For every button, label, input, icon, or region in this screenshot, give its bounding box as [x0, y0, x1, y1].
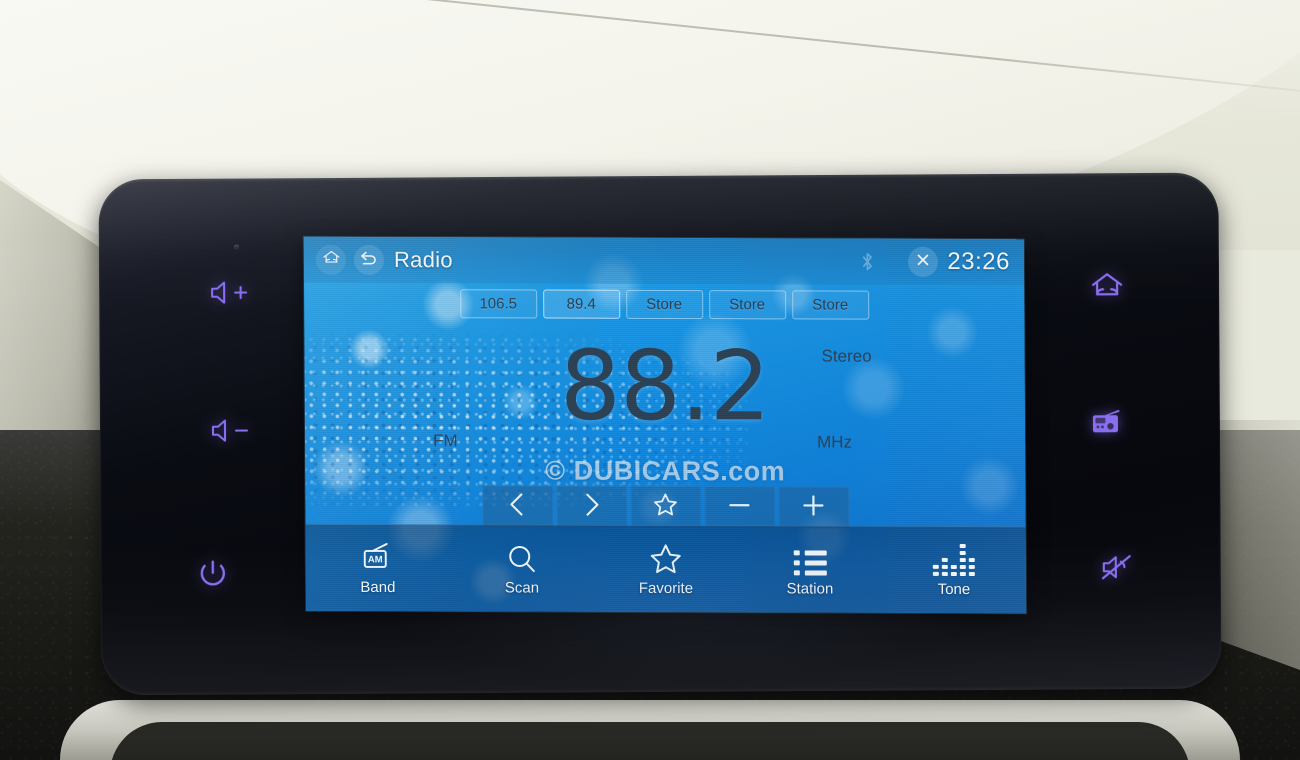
preset-button-2[interactable]: 89.4 — [542, 289, 620, 319]
am-radio-icon: AM — [361, 540, 395, 573]
head-unit-bezel: Radio 23:26 106.5 89.4 Store Store Store… — [98, 172, 1222, 696]
nav-item-tone[interactable]: Tone — [882, 527, 1027, 614]
speaker-minus-icon — [209, 416, 253, 444]
nav-item-station[interactable]: Station — [738, 526, 883, 613]
car-interior-scene: Radio 23:26 106.5 89.4 Store Store Store… — [0, 0, 1300, 760]
frequency-value: 88.2 — [559, 329, 770, 443]
home-icon — [1089, 270, 1125, 300]
stereo-indicator: Stereo — [821, 346, 872, 366]
nav-item-favorite[interactable]: Favorite — [594, 526, 739, 613]
status-bar-spacer — [453, 260, 861, 261]
svg-text:AM: AM — [368, 554, 383, 565]
microphone-pinhole — [233, 244, 239, 250]
preset-row: 106.5 89.4 Store Store Store — [304, 289, 1024, 321]
frequency-unit-label: MHz — [816, 432, 853, 452]
screen-back-button[interactable] — [353, 244, 385, 275]
home-icon — [321, 249, 340, 271]
chevron-left-icon — [506, 491, 528, 522]
nav-label-station: Station — [786, 579, 834, 598]
tuner-control-row — [305, 485, 1025, 530]
favorite-button[interactable] — [629, 485, 702, 529]
frequency-display: 88.2 FM Stereo MHz © DUBICARS.com — [304, 329, 1025, 487]
nav-item-band[interactable]: AM Band — [306, 525, 451, 612]
preset-button-5[interactable]: Store — [791, 290, 869, 320]
search-icon — [506, 541, 537, 574]
volume-down-key[interactable] — [200, 408, 262, 452]
tune-up-button[interactable] — [777, 486, 850, 529]
nav-label-favorite: Favorite — [638, 579, 694, 597]
status-bar: Radio 23:26 — [303, 236, 1025, 286]
seek-up-button[interactable] — [555, 485, 628, 528]
band-label: FM — [432, 431, 458, 451]
tune-down-button[interactable] — [703, 486, 776, 529]
preset-button-4[interactable]: Store — [708, 290, 786, 320]
bluetooth-icon — [861, 252, 874, 272]
speaker-plus-icon — [208, 278, 252, 306]
power-icon — [198, 558, 228, 588]
volume-up-key[interactable] — [199, 270, 261, 314]
star-icon — [652, 492, 678, 522]
screen-home-button[interactable] — [315, 244, 347, 275]
back-arrow-icon — [359, 248, 379, 271]
nav-item-scan[interactable]: Scan — [450, 525, 595, 612]
page-title: Radio — [393, 247, 453, 273]
preset-button-1[interactable]: 106.5 — [459, 289, 537, 319]
bottom-navigation-bar: AM Band Scan Favorite Station Tone — [305, 523, 1027, 614]
seek-down-button[interactable] — [481, 485, 554, 528]
nav-label-scan: Scan — [504, 578, 540, 597]
close-button[interactable] — [908, 246, 939, 277]
radio-icon — [1089, 408, 1123, 438]
power-key[interactable] — [189, 551, 237, 595]
list-icon — [793, 542, 827, 576]
clock: 23:26 — [947, 247, 1011, 276]
home-key[interactable] — [1081, 263, 1133, 307]
chevron-right-icon — [580, 491, 602, 522]
touchscreen-display[interactable]: Radio 23:26 106.5 89.4 Store Store Store… — [303, 236, 1027, 614]
nav-label-tone: Tone — [937, 580, 971, 598]
equalizer-icon — [932, 542, 975, 576]
close-x-icon — [915, 251, 931, 272]
plus-icon — [800, 492, 826, 523]
speaker-mute-icon — [1100, 552, 1138, 582]
star-icon — [649, 541, 683, 574]
minus-icon — [726, 492, 752, 523]
mute-key[interactable] — [1093, 545, 1145, 589]
center-console-recess — [110, 722, 1190, 760]
radio-key[interactable] — [1082, 401, 1130, 445]
nav-label-band: Band — [360, 578, 396, 596]
preset-button-3[interactable]: Store — [625, 289, 703, 320]
